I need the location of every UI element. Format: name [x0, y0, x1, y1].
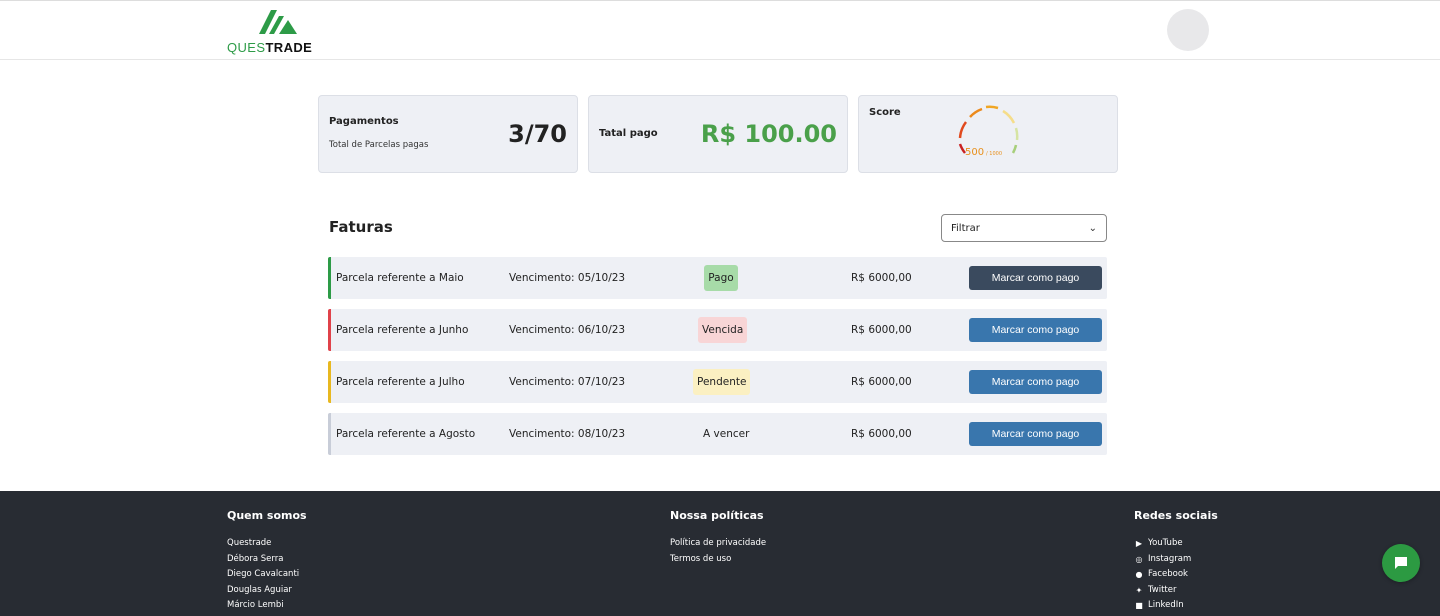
invoices-title: Faturas — [329, 218, 393, 236]
youtube-icon: ▶ — [1135, 539, 1143, 548]
total-paid-card: Tatal pago R$ 100.00 — [588, 95, 848, 173]
invoice-row: Parcela referente a Agosto Vencimento: 08… — [328, 413, 1107, 455]
mark-as-paid-button[interactable]: Marcar como pago — [969, 318, 1102, 342]
social-link-youtube[interactable]: ▶ YouTube — [1134, 536, 1218, 552]
mark-as-paid-button[interactable]: Marcar como pago — [969, 266, 1102, 290]
facebook-icon: ● — [1135, 570, 1143, 579]
footer-link[interactable]: Diego Cavalcanti — [227, 567, 307, 583]
terms-of-use-link[interactable]: Termos de uso — [670, 552, 766, 568]
social-link-twitter[interactable]: ✦ Twitter — [1134, 583, 1218, 599]
payments-subtitle: Total de Parcelas pagas — [329, 140, 429, 150]
footer-social-title: Redes sociais — [1134, 509, 1218, 522]
payments-title: Pagamentos — [329, 116, 399, 127]
footer-policies-title: Nossa políticas — [670, 509, 764, 522]
filter-selected-value: Filtrar — [951, 222, 980, 234]
total-paid-title: Tatal pago — [599, 128, 658, 139]
invoice-due-date: Vencimento: 05/10/23 — [509, 272, 626, 284]
twitter-icon: ✦ — [1135, 585, 1143, 595]
score-max: / 1000 — [986, 151, 1002, 157]
invoice-amount: R$ 6000,00 — [851, 376, 912, 388]
chevron-down-icon: ⌄ — [1088, 222, 1097, 234]
invoice-label: Parcela referente a Junho — [336, 324, 469, 336]
invoice-amount: R$ 6000,00 — [851, 428, 912, 440]
social-link-instagram[interactable]: ◎ Instagram — [1134, 552, 1218, 568]
footer-social: Redes sociais ▶ YouTube ◎ Instagram ● Faceb… — [1134, 509, 1218, 614]
footer-link[interactable]: Questrade — [227, 536, 307, 552]
filter-select[interactable]: Filtrar ⌄ — [941, 214, 1107, 242]
invoice-due-date: Vencimento: 06/10/23 — [509, 324, 626, 336]
score-value: 500 — [965, 147, 984, 158]
footer-link[interactable]: Márcio Lembi — [227, 598, 307, 614]
footer-policies: Nossa políticas Política de privacidade … — [670, 509, 766, 567]
footer-link[interactable]: Débora Serra — [227, 552, 307, 568]
invoice-amount: R$ 6000,00 — [851, 272, 912, 284]
status-badge: A vencer — [703, 428, 750, 440]
footer-about-title: Quem somos — [227, 509, 307, 522]
status-badge: Pago — [704, 265, 738, 291]
invoice-due-date: Vencimento: 07/10/23 — [509, 376, 626, 388]
invoice-label: Parcela referente a Julho — [336, 376, 465, 388]
score-gauge: 500 / 1000 — [958, 105, 1019, 158]
footer-about: Quem somos Questrade Débora Serra Diego … — [227, 509, 307, 614]
privacy-policy-link[interactable]: Política de privacidade — [670, 536, 766, 552]
invoice-row: Parcela referente a Maio Vencimento: 05/1… — [328, 257, 1107, 299]
logo-wordmark: QUESTRADE — [227, 40, 313, 55]
chat-button[interactable] — [1382, 544, 1420, 582]
instagram-icon: ◎ — [1135, 554, 1143, 564]
invoice-amount: R$ 6000,00 — [851, 324, 912, 336]
invoice-label: Parcela referente a Agosto — [336, 428, 476, 440]
invoice-row: Parcela referente a Julho Vencimento: 07/… — [328, 361, 1107, 403]
footer-link[interactable]: Douglas Aguiar — [227, 583, 307, 599]
status-badge: Vencida — [698, 317, 748, 343]
top-header: QUESTRADE — [0, 0, 1440, 60]
mark-as-paid-button[interactable]: Marcar como pago — [969, 370, 1102, 394]
user-avatar[interactable] — [1167, 9, 1209, 51]
linkedin-icon: ■ — [1135, 601, 1143, 610]
questrade-logo[interactable]: QUESTRADE — [227, 6, 337, 56]
total-paid-value: R$ 100.00 — [700, 120, 837, 148]
invoice-row: Parcela referente a Junho Vencimento: 06/… — [328, 309, 1107, 351]
social-link-linkedin[interactable]: ■ LinkedIn — [1134, 598, 1218, 614]
payments-value: 3/70 — [508, 120, 567, 148]
payments-card: Pagamentos Total de Parcelas pagas 3/70 — [318, 95, 578, 173]
status-badge: Pendente — [693, 369, 751, 395]
chat-icon — [1395, 557, 1407, 569]
score-title: Score — [869, 107, 901, 118]
page-footer: Quem somos Questrade Débora Serra Diego … — [0, 491, 1440, 616]
invoice-due-date: Vencimento: 08/10/23 — [509, 428, 626, 440]
score-card: Score 500 / 1000 — [858, 95, 1118, 173]
logo-mark-icon — [259, 10, 297, 34]
social-link-facebook[interactable]: ● Facebook — [1134, 567, 1218, 583]
invoice-label: Parcela referente a Maio — [336, 272, 464, 284]
mark-as-paid-button[interactable]: Marcar como pago — [969, 422, 1102, 446]
